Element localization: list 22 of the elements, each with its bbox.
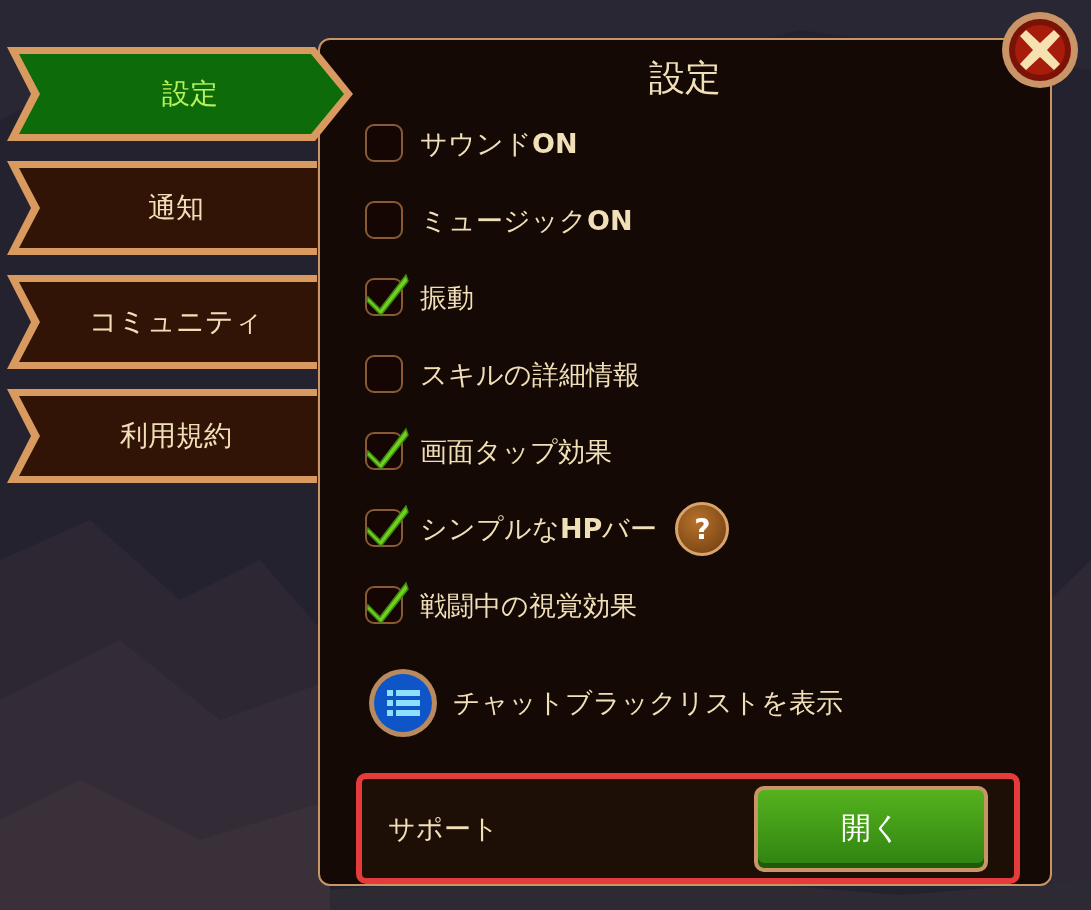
option-label: シンプルなHPバー [420, 512, 658, 546]
close-icon[interactable] [1000, 10, 1080, 90]
menu-tab[interactable]: 設定 [5, 45, 355, 143]
option-label: スキルの詳細情報 [420, 358, 640, 392]
option-label: 戦闘中の視覚効果 [420, 589, 637, 623]
help-button[interactable]: ? [675, 502, 730, 556]
option-label: 画面タップ効果 [420, 435, 612, 469]
menu-tab[interactable]: 通知 [5, 159, 317, 257]
option-label: サウンドON [420, 127, 578, 161]
list-icon[interactable] [367, 667, 439, 739]
checkbox[interactable] [364, 502, 410, 548]
checkbox[interactable] [364, 579, 410, 625]
open-button[interactable]: 開く [754, 785, 988, 872]
menu-tab[interactable]: 利用規約 [5, 387, 317, 485]
checkbox[interactable] [364, 271, 410, 317]
panel-title: 設定 [648, 56, 722, 100]
blacklist-link[interactable]: チャットブラックリストを表示 [453, 685, 843, 721]
menu-tab[interactable]: コミュニティ [5, 273, 317, 371]
support-label: サポート [388, 811, 499, 846]
option-label: ミュージックON [420, 204, 633, 238]
option-label: 振動 [420, 281, 474, 315]
checkbox[interactable] [364, 425, 410, 471]
